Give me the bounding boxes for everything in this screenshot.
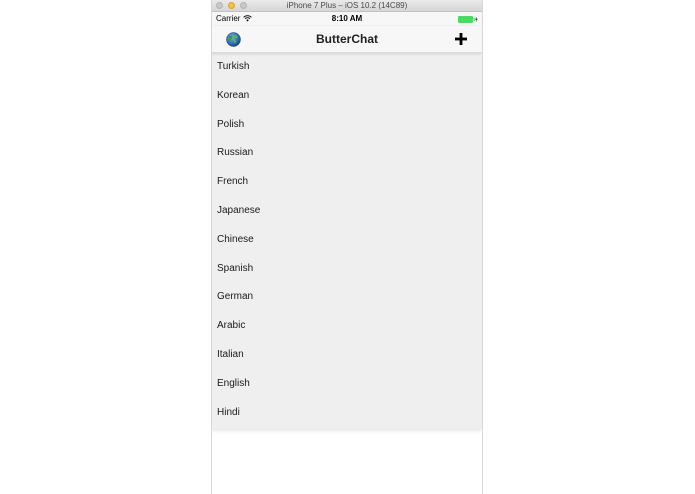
language-row-polish[interactable]: Polish — [212, 111, 482, 140]
window-titlebar: iPhone 7 Plus – iOS 10.2 (14C89) — [212, 0, 482, 12]
language-row-japanese[interactable]: Japanese — [212, 197, 482, 226]
language-row-french[interactable]: French — [212, 168, 482, 197]
language-row-hindi[interactable]: Hindi — [212, 399, 482, 428]
language-row-italian[interactable]: Italian — [212, 341, 482, 370]
window-title: iPhone 7 Plus – iOS 10.2 (14C89) — [286, 1, 408, 10]
language-row-chinese[interactable]: Chinese — [212, 226, 482, 255]
language-row-russian[interactable]: Russian — [212, 139, 482, 168]
status-bar: Carrier 8:10 AM — [212, 12, 482, 26]
language-row-arabic[interactable]: Arabic — [212, 312, 482, 341]
add-icon[interactable] — [454, 32, 468, 46]
language-row-spanish[interactable]: Spanish — [212, 255, 482, 284]
language-row-english[interactable]: English — [212, 370, 482, 399]
language-list: Turkish Korean Polish Russian French Japanese… — [212, 53, 482, 429]
language-row-german[interactable]: German — [212, 283, 482, 312]
language-row-turkish[interactable]: Turkish — [212, 53, 482, 82]
simulator-window: iPhone 7 Plus – iOS 10.2 (14C89) Carrier… — [211, 0, 483, 494]
battery-icon — [458, 16, 478, 23]
navigation-bar: ButterChat — [212, 26, 482, 53]
clock: 8:10 AM — [331, 14, 363, 23]
language-row-korean[interactable]: Korean — [212, 82, 482, 111]
page-title: ButterChat — [316, 32, 378, 46]
